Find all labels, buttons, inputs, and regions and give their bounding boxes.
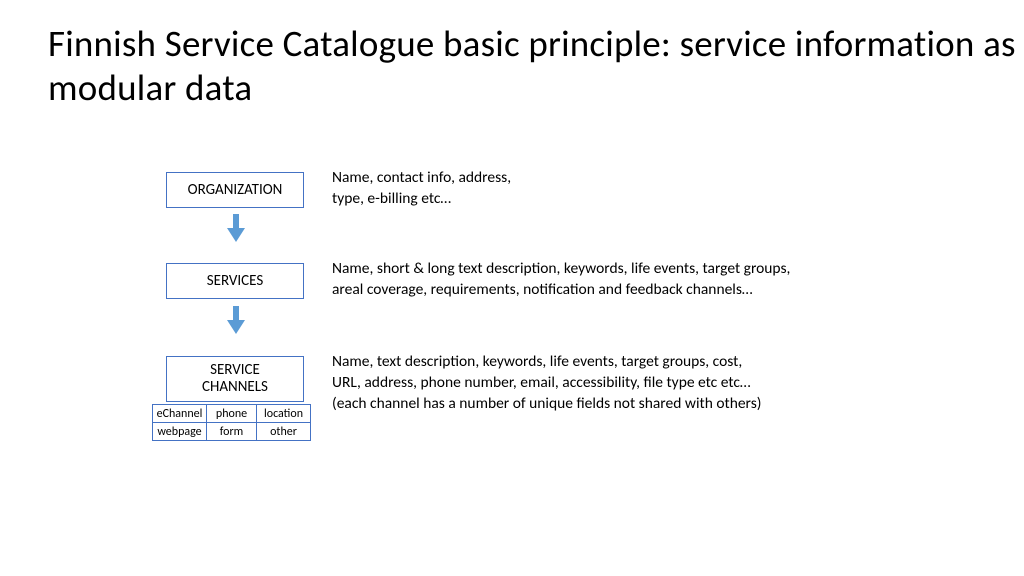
arrow-down-2 [227,306,245,334]
grid-cell: eChannel [153,405,207,423]
box-organization: ORGANIZATION [166,172,304,208]
desc-service-channels: Name, text description, keywords, life e… [332,352,972,415]
box-service-channels-label: SERVICE CHANNELS [202,362,268,397]
box-organization-label: ORGANIZATION [188,181,283,199]
box-services: SERVICES [166,263,304,299]
grid-cell: form [207,423,257,441]
box-service-channels: SERVICE CHANNELS [166,356,304,402]
box-services-label: SERVICES [207,272,264,290]
slide-title: Finnish Service Catalogue basic principl… [48,22,1024,111]
grid-cell: webpage [153,423,207,441]
desc-services: Name, short & long text description, key… [332,259,972,301]
grid-cell: phone [207,405,257,423]
grid-cell: location [257,405,311,423]
grid-cell: other [257,423,311,441]
arrow-down-1 [227,214,245,242]
channel-grid: eChannel phone location webpage form oth… [152,404,311,441]
desc-organization: Name, contact info, address, type, e-bil… [332,168,932,210]
